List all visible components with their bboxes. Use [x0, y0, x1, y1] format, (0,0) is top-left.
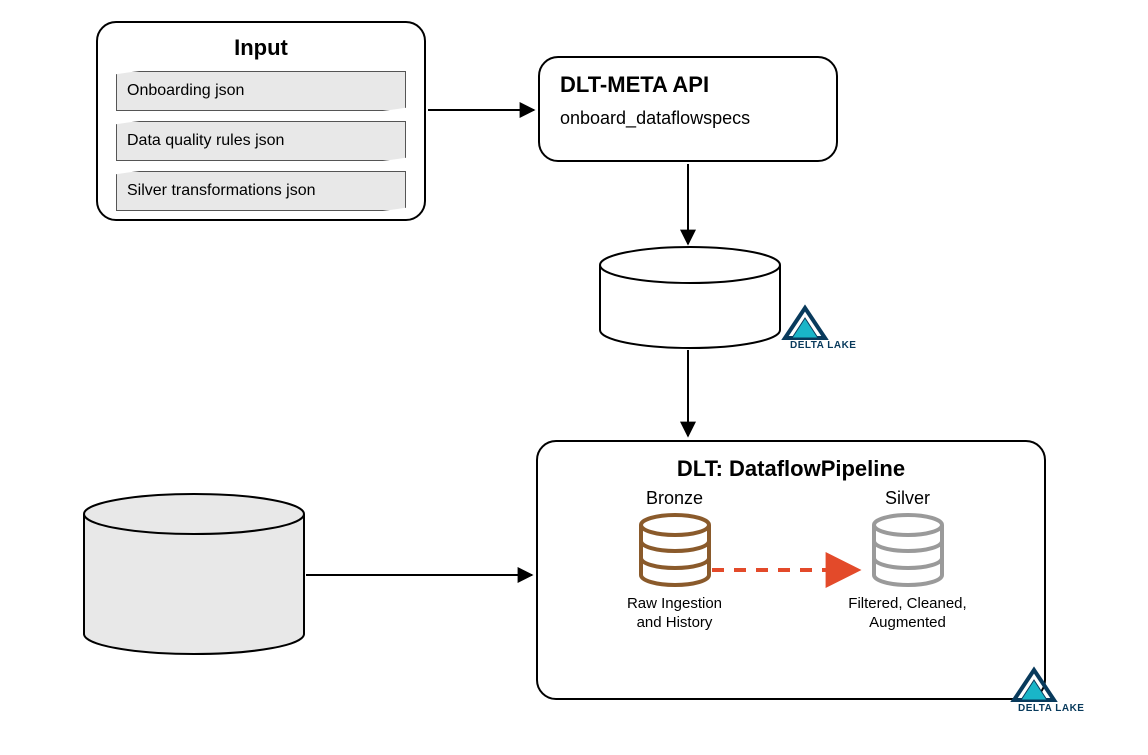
bronze-db-icon: [635, 513, 715, 589]
input-box: Input Onboarding json Data quality rules…: [96, 21, 426, 221]
input-title: Input: [116, 35, 406, 61]
delta-lake-logo-text-dfspec: DELTA LAKE: [790, 340, 856, 351]
pipeline-title: DLT: DataflowPipeline: [558, 456, 1024, 482]
api-title: DLT-META API: [560, 72, 816, 98]
api-method: onboard_dataflowspecs: [560, 108, 816, 129]
object-store-line1: S3/ADLS/: [101, 555, 200, 580]
input-item-onboarding: Onboarding json: [116, 71, 406, 111]
silver-desc: Filtered, Cleaned, Augmented: [848, 595, 966, 633]
object-store-line2: Object store: [101, 583, 229, 608]
silver-db-icon: [868, 513, 948, 589]
input-item-silver-transforms: Silver transformations json: [116, 171, 406, 211]
input-item-dq-rules: Data quality rules json: [116, 121, 406, 161]
delta-lake-logo-icon-dfspec: [785, 308, 825, 338]
pipeline-box: DLT: DataflowPipeline Bronze Raw Ingesti…: [536, 440, 1046, 700]
silver-stage: Silver Filtered, Cleaned, Augmented: [808, 488, 1008, 633]
bronze-desc: Raw Ingestion and History: [627, 595, 722, 633]
dlt-meta-api-box: DLT-META API onboard_dataflowspecs: [538, 56, 838, 162]
bronze-label: Bronze: [646, 488, 703, 509]
bronze-stage: Bronze Raw Ingestion and History: [575, 488, 775, 633]
object-store-label: S3/ADLS/ Object store: [101, 554, 229, 609]
silver-label: Silver: [885, 488, 930, 509]
delta-lake-logo-text-pipeline: DELTA LAKE: [1018, 703, 1084, 714]
dataflowspec-label: DataflowSpec: [608, 290, 752, 316]
